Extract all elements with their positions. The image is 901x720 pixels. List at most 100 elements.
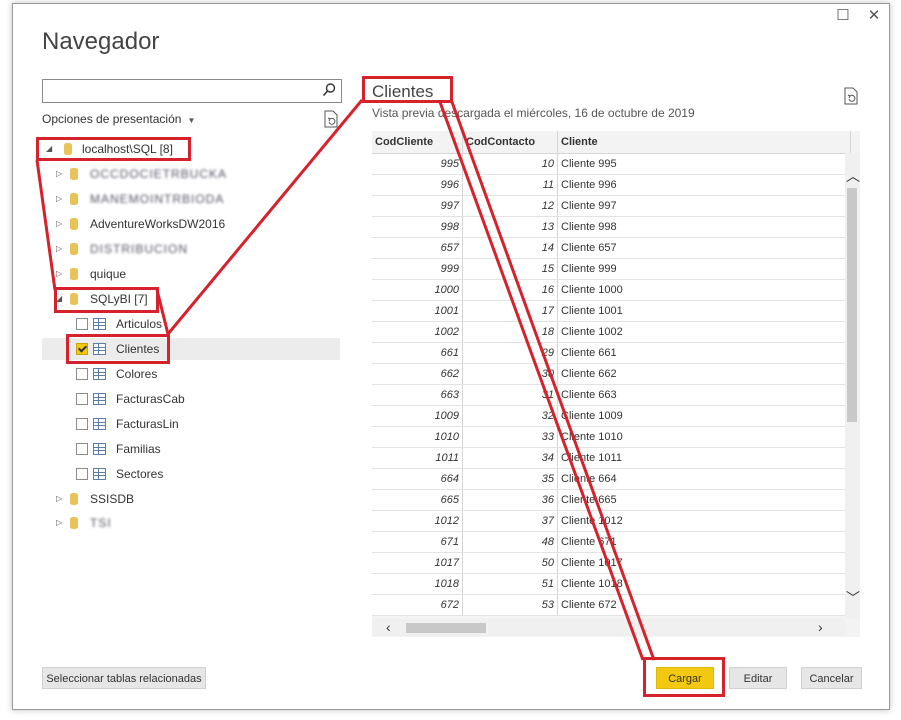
table-cell[interactable]: 16: [462, 279, 558, 301]
table-cell[interactable]: 32: [462, 405, 558, 427]
tree-db-item[interactable]: ▷ DISTRIBUCION: [42, 238, 332, 260]
table-cell[interactable]: Cliente 996: [557, 174, 851, 196]
table-cell[interactable]: 1001: [372, 300, 463, 322]
table-cell[interactable]: 1010: [372, 426, 463, 448]
table-cell[interactable]: 1012: [372, 510, 463, 532]
tree-root[interactable]: ◢ localhost\SQL [8]: [42, 138, 192, 160]
table-cell[interactable]: 34: [462, 447, 558, 469]
table-cell[interactable]: 1000: [372, 279, 463, 301]
table-cell[interactable]: 18: [462, 321, 558, 343]
table-cell[interactable]: Cliente 1000: [557, 279, 851, 301]
table-row[interactable]: 998 13 Cliente 998: [372, 216, 851, 238]
table-cell[interactable]: 995: [372, 153, 463, 175]
table-checkbox[interactable]: [76, 443, 88, 455]
scroll-down-icon[interactable]: ﹀: [846, 588, 860, 608]
table-row[interactable]: 662 30 Cliente 662: [372, 363, 851, 385]
table-row[interactable]: 1018 51 Cliente 1018: [372, 573, 851, 595]
refresh-icon[interactable]: [323, 110, 339, 133]
table-cell[interactable]: 665: [372, 489, 463, 511]
table-cell[interactable]: 13: [462, 216, 558, 238]
table-checkbox[interactable]: [76, 368, 88, 380]
table-cell[interactable]: 672: [372, 594, 463, 616]
table-cell[interactable]: 12: [462, 195, 558, 217]
vertical-scrollbar-thumb[interactable]: [847, 188, 857, 422]
table-cell[interactable]: Cliente 1012: [557, 510, 851, 532]
table-cell[interactable]: 657: [372, 237, 463, 259]
table-cell[interactable]: Cliente 672: [557, 594, 851, 616]
table-row[interactable]: 665 36 Cliente 665: [372, 489, 851, 511]
table-cell[interactable]: 997: [372, 195, 463, 217]
table-cell[interactable]: 30: [462, 363, 558, 385]
table-cell[interactable]: 664: [372, 468, 463, 490]
collapsed-triangle-icon[interactable]: ▷: [56, 488, 62, 510]
tree-db-sqlybi[interactable]: ◢ SQLyBI [7]: [42, 288, 332, 310]
table-cell[interactable]: 31: [462, 384, 558, 406]
table-cell[interactable]: Cliente 1018: [557, 573, 851, 595]
table-cell[interactable]: 29: [462, 342, 558, 364]
table-row[interactable]: 661 29 Cliente 661: [372, 342, 851, 364]
table-row[interactable]: 1002 18 Cliente 1002: [372, 321, 851, 343]
load-button[interactable]: Cargar: [656, 667, 714, 689]
table-row[interactable]: 996 11 Cliente 996: [372, 174, 851, 196]
table-row[interactable]: 1009 32 Cliente 1009: [372, 405, 851, 427]
table-row[interactable]: 1011 34 Cliente 1011: [372, 447, 851, 469]
table-cell[interactable]: 662: [372, 363, 463, 385]
table-cell[interactable]: Cliente 995: [557, 153, 851, 175]
table-cell[interactable]: 14: [462, 237, 558, 259]
table-cell[interactable]: Cliente 657: [557, 237, 851, 259]
search-icon[interactable]: [321, 82, 337, 103]
edit-button[interactable]: Editar: [729, 667, 787, 689]
tree-table-item[interactable]: Sectores: [42, 463, 340, 485]
table-cell[interactable]: 11: [462, 174, 558, 196]
table-cell[interactable]: Cliente 999: [557, 258, 851, 280]
table-row[interactable]: 1001 17 Cliente 1001: [372, 300, 851, 322]
tree-table-item-selected[interactable]: Clientes: [42, 338, 340, 360]
table-checkbox[interactable]: [76, 418, 88, 430]
table-row[interactable]: 995 10 Cliente 995: [372, 153, 851, 175]
table-cell[interactable]: 1017: [372, 552, 463, 574]
table-cell[interactable]: Cliente 1001: [557, 300, 851, 322]
tree-db-item[interactable]: ▷ TSI: [42, 512, 332, 534]
table-checkbox[interactable]: [76, 318, 88, 330]
table-cell[interactable]: 53: [462, 594, 558, 616]
table-row[interactable]: 672 53 Cliente 672: [372, 594, 851, 616]
table-cell[interactable]: 1002: [372, 321, 463, 343]
collapsed-triangle-icon[interactable]: ▷: [56, 213, 62, 235]
table-row[interactable]: 1010 33 Cliente 1010: [372, 426, 851, 448]
tree-table-item[interactable]: FacturasLin: [42, 413, 340, 435]
tree-table-item[interactable]: Articulos: [42, 313, 340, 335]
table-cell[interactable]: 33: [462, 426, 558, 448]
table-cell[interactable]: Cliente 664: [557, 468, 851, 490]
tree-table-item[interactable]: Colores: [42, 363, 340, 385]
tree-db-item[interactable]: ▷ quique: [42, 263, 332, 285]
table-cell[interactable]: 996: [372, 174, 463, 196]
table-cell[interactable]: Cliente 671: [557, 531, 851, 553]
display-options-dropdown[interactable]: Opciones de presentación ▼: [42, 112, 195, 126]
table-checkbox[interactable]: [76, 393, 88, 405]
tree-db-item[interactable]: ▷ OCCDOCIETRBUCKA: [42, 163, 332, 185]
table-cell[interactable]: Cliente 665: [557, 489, 851, 511]
table-cell[interactable]: 48: [462, 531, 558, 553]
table-row[interactable]: 1017 50 Cliente 1017: [372, 552, 851, 574]
search-input[interactable]: [47, 80, 321, 102]
table-cell[interactable]: Cliente 1002: [557, 321, 851, 343]
table-row[interactable]: 657 14 Cliente 657: [372, 237, 851, 259]
table-cell[interactable]: 998: [372, 216, 463, 238]
table-row[interactable]: 663 31 Cliente 663: [372, 384, 851, 406]
tree-db-item[interactable]: ▷ SSISDB: [42, 488, 332, 510]
table-cell[interactable]: Cliente 663: [557, 384, 851, 406]
column-header[interactable]: CodCliente: [372, 131, 463, 154]
table-checkbox[interactable]: [76, 468, 88, 480]
table-row[interactable]: 671 48 Cliente 671: [372, 531, 851, 553]
table-cell[interactable]: 17: [462, 300, 558, 322]
table-cell[interactable]: Cliente 1017: [557, 552, 851, 574]
cancel-button[interactable]: Cancelar: [801, 667, 862, 689]
column-header[interactable]: CodContacto: [462, 131, 558, 154]
table-cell[interactable]: 999: [372, 258, 463, 280]
collapsed-triangle-icon[interactable]: ▷: [56, 163, 62, 185]
scroll-left-icon[interactable]: ‹: [386, 619, 391, 635]
collapsed-triangle-icon[interactable]: ▷: [56, 263, 62, 285]
maximize-icon[interactable]: ☐: [833, 6, 853, 26]
table-row[interactable]: 664 35 Cliente 664: [372, 468, 851, 490]
table-cell[interactable]: 663: [372, 384, 463, 406]
